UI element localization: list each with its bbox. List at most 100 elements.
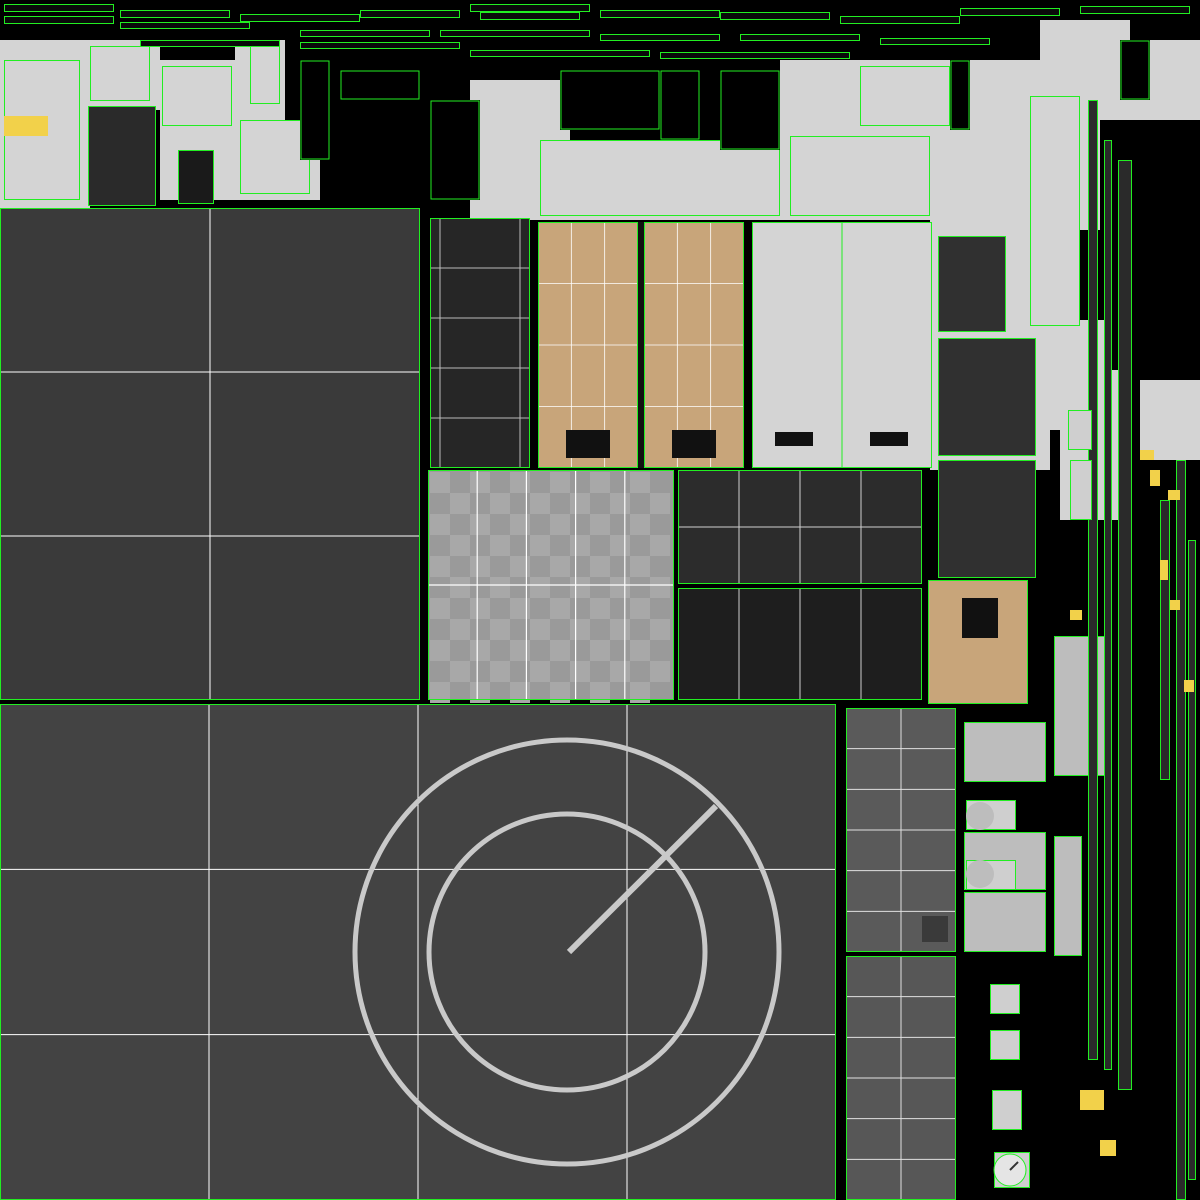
- tile-square: [470, 514, 490, 535]
- tile-square: [590, 640, 610, 661]
- gray-piece: [540, 140, 780, 216]
- tile-square: [570, 661, 590, 682]
- detail-piece: [1068, 410, 1092, 450]
- yellow-detail: [1160, 560, 1168, 580]
- tile-square: [650, 661, 670, 682]
- tile-square: [630, 556, 650, 577]
- light-column-piece: [964, 722, 1046, 782]
- tile-square: [650, 577, 670, 598]
- trim-strip: [4, 16, 114, 24]
- metal-strip-block: [922, 916, 948, 942]
- tile-square: [530, 661, 550, 682]
- tile-square: [570, 535, 590, 556]
- trim-strip: [4, 4, 114, 12]
- vertical-rail-right: [1176, 460, 1186, 1200]
- trim-strip: [600, 34, 720, 41]
- tile-square: [570, 493, 590, 514]
- yellow-detail: [1150, 470, 1160, 486]
- yellow-detail: [1070, 610, 1082, 620]
- vertical-rail-right: [1088, 100, 1098, 1060]
- trim-strip: [120, 10, 230, 18]
- wall-piece: [1140, 380, 1200, 460]
- trim-strip: [240, 14, 360, 22]
- tile-square: [470, 556, 490, 577]
- tile-square: [610, 619, 630, 640]
- tile-square: [630, 472, 650, 493]
- vent-circle-icon: [966, 802, 994, 830]
- tile-square: [590, 556, 610, 577]
- tile-square: [470, 598, 490, 619]
- vertical-rail-right: [1118, 160, 1132, 1090]
- light-column-piece: [1054, 836, 1082, 956]
- tile-square: [590, 472, 610, 493]
- trim-strip: [470, 50, 650, 57]
- tile-square: [490, 535, 510, 556]
- yellow-sign: [4, 116, 48, 136]
- light-column-piece: [964, 892, 1046, 952]
- wood-floor-right-cutout: [672, 430, 716, 458]
- tile-square: [630, 514, 650, 535]
- trim-strip: [1080, 6, 1190, 14]
- detail-piece: [990, 984, 1020, 1014]
- tile-square: [630, 640, 650, 661]
- yellow-detail: [1140, 450, 1154, 460]
- tile-square: [590, 598, 610, 619]
- tile-square: [450, 577, 470, 598]
- gray-piece: [162, 66, 232, 126]
- dark-trim-shape: [1120, 40, 1150, 100]
- yellow-detail: [1080, 1090, 1104, 1110]
- tile-square: [610, 661, 630, 682]
- trim-strip: [660, 52, 850, 59]
- tile-square: [450, 493, 470, 514]
- tile-square: [650, 535, 670, 556]
- tile-square: [430, 640, 450, 661]
- trim-strip: [880, 38, 990, 45]
- dark-trim-shape: [660, 70, 700, 140]
- tile-square: [430, 514, 450, 535]
- gray-piece: [250, 44, 280, 104]
- trim-strip: [960, 8, 1060, 16]
- dark-grid-panel-left: [430, 218, 530, 468]
- yellow-detail: [1168, 490, 1180, 500]
- trim-strip: [140, 40, 280, 47]
- dark-door-piece: [88, 106, 156, 206]
- tile-square: [430, 598, 450, 619]
- tile-square: [550, 598, 570, 619]
- gray-piece: [240, 120, 310, 194]
- tile-square: [490, 661, 510, 682]
- trim-strip: [360, 10, 460, 18]
- tile-square: [470, 640, 490, 661]
- dark-trim-shape: [720, 70, 780, 150]
- tile-square: [430, 556, 450, 577]
- wood-floor-left-cutout: [566, 430, 610, 458]
- detail-piece: [990, 1030, 1020, 1060]
- tile-square: [490, 577, 510, 598]
- tile-square: [570, 577, 590, 598]
- tile-square: [450, 535, 470, 556]
- dark-box: [938, 460, 1036, 578]
- tile-square: [650, 493, 670, 514]
- yellow-detail: [1184, 680, 1194, 692]
- vertical-rail-right: [1188, 540, 1196, 1180]
- trim-strip: [300, 30, 430, 37]
- dark-trim-shape: [300, 60, 330, 160]
- tile-square: [550, 640, 570, 661]
- tile-square: [530, 577, 550, 598]
- gray-piece: [790, 136, 930, 216]
- wood-floor-divider: [638, 222, 644, 468]
- yellow-detail: [1100, 1140, 1116, 1156]
- light-panel-slot: [870, 432, 908, 446]
- tile-square: [430, 472, 450, 493]
- trim-strip: [600, 10, 720, 18]
- tile-square: [550, 472, 570, 493]
- tile-square: [630, 598, 650, 619]
- trim-strip: [720, 12, 830, 20]
- tile-square: [490, 619, 510, 640]
- tile-square: [530, 619, 550, 640]
- gray-piece: [1030, 96, 1080, 326]
- tile-square: [610, 493, 630, 514]
- dark-trim-shape: [950, 60, 970, 130]
- detail-piece: [1070, 460, 1092, 520]
- tile-square: [610, 535, 630, 556]
- vent-circle-icon: [966, 860, 994, 888]
